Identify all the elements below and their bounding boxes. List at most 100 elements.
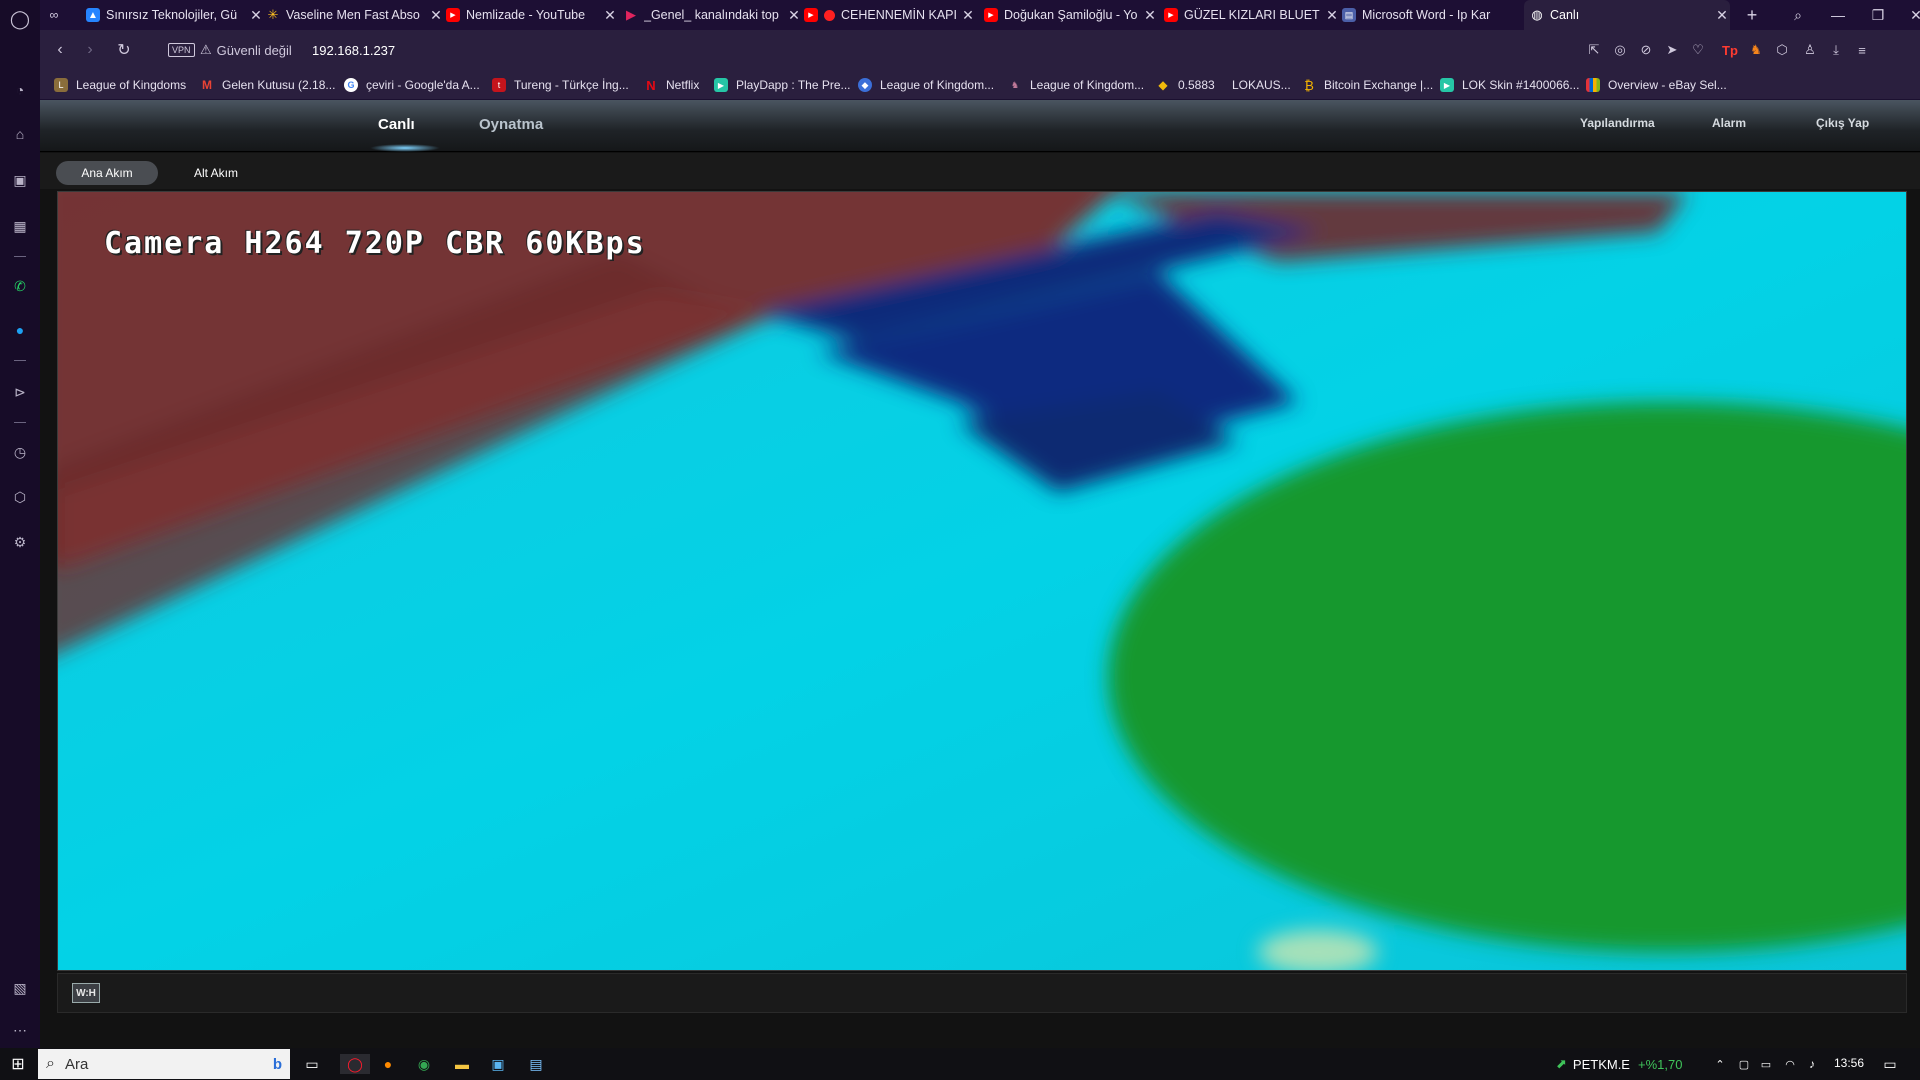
- security-indicator[interactable]: ⚠ Güvenli değil: [200, 40, 292, 60]
- cube-icon[interactable]: ⬡: [10, 487, 30, 507]
- metamask-icon[interactable]: ♞: [1746, 40, 1766, 60]
- close-window-icon[interactable]: ✕: [1896, 0, 1920, 30]
- tab-item[interactable]: ▶ GÜZEL KIZLARI BLUETO ✕: [1164, 0, 1340, 30]
- chrome-icon[interactable]: ◉: [414, 1054, 434, 1074]
- tab-search-icon[interactable]: ∞: [44, 0, 64, 30]
- vpn-badge[interactable]: VPN: [168, 43, 195, 57]
- tray-chevron-icon[interactable]: ⌃: [1710, 1054, 1730, 1074]
- trend-up-icon: ⬈: [1556, 1056, 1567, 1071]
- whatsapp-icon[interactable]: ✆: [10, 276, 30, 296]
- tab-item[interactable]: ▤ Microsoft Word - Ip Kar ✕: [1342, 0, 1548, 30]
- taskbar-search[interactable]: ⌕ Ara b: [38, 1049, 290, 1079]
- twitter-icon[interactable]: ●: [10, 320, 30, 340]
- tray-app-icon[interactable]: ▢: [1734, 1054, 1754, 1074]
- address-bar: ‹ › ↻ VPN ⚠ Güvenli değil 192.168.1.237 …: [40, 30, 1920, 70]
- twitch-icon[interactable]: ▣: [10, 170, 30, 190]
- taskbar-clock[interactable]: 13:56: [1834, 1056, 1864, 1070]
- extensions-cube-icon[interactable]: ⬡: [1772, 40, 1792, 60]
- opera-logo-icon[interactable]: ◯: [10, 9, 30, 29]
- tab-item[interactable]: ▶ _Genel_ kanalındaki top ✕: [624, 0, 802, 30]
- new-tab-button[interactable]: +: [1742, 0, 1762, 30]
- tab-item[interactable]: ▶ CEHENNEMİN KAPI ✕: [804, 0, 976, 30]
- nav-live[interactable]: Canlı: [378, 116, 415, 133]
- tab-close-icon[interactable]: ✕: [1324, 7, 1340, 24]
- tab-close-icon[interactable]: ✕: [1142, 7, 1158, 24]
- bookmark-item[interactable]: ♞ League of Kingdom...: [1008, 75, 1144, 95]
- adblock-icon[interactable]: ⊘: [1636, 40, 1656, 60]
- windows-start-icon[interactable]: ⊞: [8, 1054, 28, 1074]
- bookmark-item[interactable]: Gçeviri - Google'da A...: [344, 75, 480, 95]
- bookmark-item[interactable]: ▶ PlayDapp : The Pre...: [714, 75, 851, 95]
- tab-close-icon[interactable]: ✕: [428, 7, 444, 24]
- bookmark-item[interactable]: ▶ LOK Skin #1400066...: [1440, 75, 1579, 95]
- more-icon[interactable]: ⋯: [10, 1020, 30, 1040]
- app-window-icon[interactable]: ▣: [488, 1054, 508, 1074]
- main-stream-button[interactable]: Ana Akım: [56, 161, 158, 185]
- firefox-icon[interactable]: ●: [378, 1054, 398, 1074]
- bookmark-item[interactable]: Overview - eBay Sel...: [1586, 75, 1727, 95]
- tp-extension-icon[interactable]: Tp: [1720, 40, 1740, 60]
- player-icon[interactable]: ⊳: [10, 382, 30, 402]
- sub-stream-button[interactable]: Alt Akım: [174, 161, 258, 185]
- nav-playback[interactable]: Oynatma: [479, 116, 543, 133]
- playdapp-icon: ▶: [1440, 78, 1454, 92]
- volume-icon[interactable]: ♪: [1802, 1054, 1822, 1074]
- minimize-icon[interactable]: —: [1818, 0, 1858, 30]
- tab-close-icon[interactable]: ✕: [602, 7, 618, 24]
- nav-alarm[interactable]: Alarm: [1712, 116, 1746, 130]
- play-icon: ▶: [626, 7, 636, 22]
- remote-desktop-icon[interactable]: ▤: [526, 1054, 546, 1074]
- tab-item[interactable]: ✳ Vaseline Men Fast Abso ✕: [266, 0, 444, 30]
- tab-close-icon[interactable]: ✕: [786, 7, 802, 24]
- restore-icon[interactable]: ❐: [1858, 0, 1898, 30]
- heart-icon[interactable]: ♡: [1688, 40, 1708, 60]
- shopping-icon[interactable]: ⌂: [10, 124, 30, 144]
- send-icon[interactable]: ➤: [1662, 40, 1682, 60]
- bookmark-item[interactable]: L League of Kingdoms: [54, 75, 186, 95]
- tab-close-icon[interactable]: ✕: [960, 7, 976, 24]
- bookmark-item[interactable]: ₿ Bitcoin Exchange |...: [1302, 75, 1433, 95]
- nav-configuration[interactable]: Yapılandırma: [1580, 116, 1655, 130]
- tab-item[interactable]: ▲ Sınırsız Teknolojiler, Gü ✕: [86, 0, 264, 30]
- live-video-view[interactable]: Camera H264 720P CBR 60KBps: [57, 191, 1907, 971]
- file-explorer-icon[interactable]: ▬: [452, 1054, 472, 1074]
- opera-taskbar-icon[interactable]: ◯: [340, 1054, 370, 1074]
- tab-item[interactable]: ▶ Nemlizade - YouTube ✕: [446, 0, 618, 30]
- snapshot-icon[interactable]: ◎: [1610, 40, 1630, 60]
- forward-icon[interactable]: ›: [80, 40, 100, 60]
- aspect-ratio-button[interactable]: W:H: [72, 983, 100, 1003]
- download-icon[interactable]: ⤓: [1826, 40, 1846, 60]
- tab-close-icon[interactable]: ✕: [248, 7, 264, 24]
- share-icon[interactable]: ⇱: [1584, 40, 1604, 60]
- menu-icon[interactable]: ≡: [1852, 40, 1872, 60]
- tab-item[interactable]: ▶ Doğukan Şamiloğlu - Yo ✕: [984, 0, 1158, 30]
- reload-icon[interactable]: ↻: [114, 40, 134, 60]
- nav-logout[interactable]: Çıkış Yap: [1816, 116, 1869, 130]
- tab-close-icon[interactable]: ✕: [1714, 7, 1730, 24]
- stock-ticker[interactable]: ⬈ PETKM.E +%1,70: [1556, 1056, 1682, 1072]
- settings-gear-icon[interactable]: ⚙: [10, 532, 30, 552]
- bookmark-item[interactable]: N Netflix: [644, 75, 699, 95]
- bookmark-item[interactable]: ◆ League of Kingdom...: [858, 75, 994, 95]
- search-placeholder: Ara: [64, 1055, 89, 1073]
- profile-icon[interactable]: ♙: [1800, 40, 1820, 60]
- bookmark-item[interactable]: ◆ 0.5883: [1156, 75, 1214, 95]
- bookmark-item[interactable]: LOKAUS...: [1232, 75, 1291, 95]
- browser-sidebar: ◯ ◔ ⌂ ▣ ▦ ✆ ● ⊳ ◷ ⬡ ⚙ ▧ ⋯: [0, 0, 40, 1048]
- bookmark-item[interactable]: M Gelen Kutusu (2.18...: [200, 75, 335, 95]
- bookmark-item[interactable]: t Tureng - Türkçe İng...: [492, 75, 629, 95]
- battery-icon[interactable]: ▭: [1756, 1054, 1776, 1074]
- notification-icon[interactable]: ▭: [1880, 1054, 1900, 1074]
- speed-dial-icon[interactable]: ◔: [10, 80, 30, 100]
- bing-icon[interactable]: b: [273, 1056, 282, 1073]
- history-icon[interactable]: ◷: [10, 442, 30, 462]
- url-field[interactable]: 192.168.1.237: [312, 40, 395, 60]
- back-icon[interactable]: ‹: [50, 40, 70, 60]
- tab-item-active[interactable]: ◍ Canlı ✕: [1524, 0, 1730, 30]
- task-view-icon[interactable]: ▭: [302, 1054, 322, 1074]
- ebay-icon: [1586, 78, 1600, 92]
- wifi-icon[interactable]: ◠: [1780, 1054, 1800, 1074]
- extensions-icon[interactable]: ▦: [10, 216, 30, 236]
- gallery-icon[interactable]: ▧: [10, 978, 30, 998]
- tab-search-icon[interactable]: ⌕: [1778, 0, 1818, 30]
